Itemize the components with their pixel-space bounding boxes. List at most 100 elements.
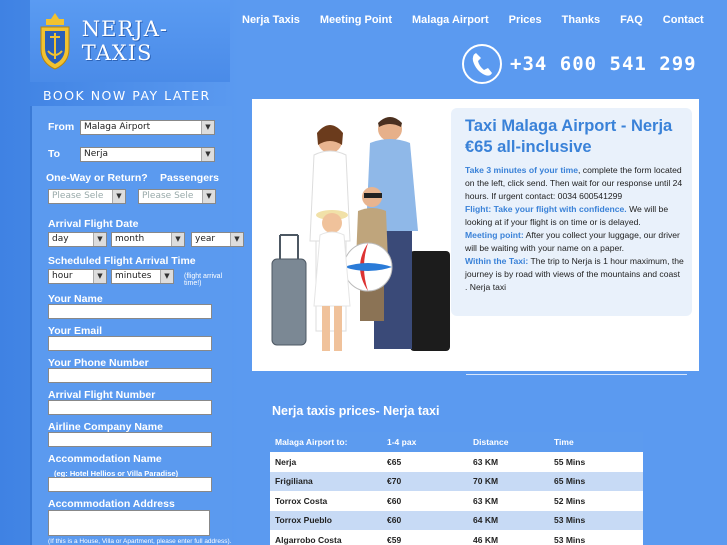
info-highlight-1: Take 3 minutes of your time xyxy=(465,165,579,175)
year-select-value: year xyxy=(195,234,216,244)
cell-distance: 70 KM xyxy=(468,471,549,491)
passengers-select[interactable]: Please Sele ▼ xyxy=(138,189,216,204)
crest-icon xyxy=(34,10,76,72)
minutes-select[interactable]: minutes ▼ xyxy=(111,269,174,284)
accommodation-address-label: Accommodation Address xyxy=(48,498,175,510)
accommodation-name-field[interactable] xyxy=(48,477,212,492)
cell-price: €60 xyxy=(382,491,468,511)
to-select[interactable]: Nerja ▼ xyxy=(80,147,215,162)
table-row: Frigiliana €70 70 KM 65 Mins xyxy=(270,471,643,491)
oneway-select[interactable]: Please Sele ▼ xyxy=(48,189,126,204)
col-header-time: Time xyxy=(549,432,643,452)
nav-meeting-point[interactable]: Meeting Point xyxy=(320,14,392,26)
chevron-down-icon: ▼ xyxy=(201,148,214,161)
info-text: Take 3 minutes of your time, complete th… xyxy=(465,164,684,294)
table-row: Nerja €65 63 KM 55 Mins xyxy=(270,452,643,472)
chevron-down-icon: ▼ xyxy=(230,233,243,246)
cell-destination: Algarrobo Costa xyxy=(270,530,382,545)
hour-select-value: hour xyxy=(52,271,73,281)
col-header-destination: Malaga Airport to: xyxy=(270,432,382,452)
accommodation-address-field[interactable] xyxy=(48,510,210,536)
table-row: Torrox Costa €60 63 KM 52 Mins xyxy=(270,491,643,511)
cell-time: 65 Mins xyxy=(549,471,643,491)
oneway-select-value: Please Sele xyxy=(52,191,104,201)
accommodation-name-label: Accommodation Name xyxy=(48,453,162,465)
table-header-row: Malaga Airport to: 1-4 pax Distance Time xyxy=(270,432,643,452)
arrival-date-label: Arrival Flight Date xyxy=(48,218,139,230)
main-nav: Nerja Taxis Meeting Point Malaga Airport… xyxy=(242,14,724,26)
nav-prices[interactable]: Prices xyxy=(509,14,542,26)
email-field[interactable] xyxy=(48,336,212,351)
chevron-down-icon: ▼ xyxy=(202,190,215,203)
airline-field[interactable] xyxy=(48,432,212,447)
cell-time: 52 Mins xyxy=(549,491,643,511)
info-highlight-3: Meeting point: xyxy=(465,230,524,240)
cell-distance: 64 KM xyxy=(468,510,549,530)
flight-number-field[interactable] xyxy=(48,400,212,415)
from-label: From xyxy=(48,121,75,133)
cell-distance: 46 KM xyxy=(468,530,549,545)
chevron-down-icon: ▼ xyxy=(112,190,125,203)
arrival-time-label: Scheduled Flight Arrival Time xyxy=(48,255,196,267)
prices-table: Malaga Airport to: 1-4 pax Distance Time… xyxy=(270,432,643,545)
year-select[interactable]: year ▼ xyxy=(191,232,244,247)
cell-destination: Torrox Costa xyxy=(270,491,382,511)
booking-form: From Malaga Airport ▼ To Nerja ▼ One-Way… xyxy=(30,106,244,545)
minutes-select-value: minutes xyxy=(115,271,152,281)
month-select[interactable]: month ▼ xyxy=(111,232,185,247)
cell-time: 55 Mins xyxy=(549,452,643,472)
chevron-down-icon: ▼ xyxy=(160,270,173,283)
family-photo xyxy=(270,111,455,365)
nav-faq[interactable]: FAQ xyxy=(620,14,643,26)
col-header-distance: Distance xyxy=(468,432,549,452)
table-row: Torrox Pueblo €60 64 KM 53 Mins xyxy=(270,510,643,530)
phone-number[interactable]: +34 600 541 299 xyxy=(510,53,697,75)
info-highlight-4: Within the Taxi: xyxy=(465,256,529,266)
cell-destination: Frigiliana xyxy=(270,471,382,491)
day-select[interactable]: day ▼ xyxy=(48,232,107,247)
passengers-select-value: Please Sele xyxy=(142,191,194,201)
prices-title: Nerja taxis prices- Nerja taxi xyxy=(272,404,440,418)
info-title: Taxi Malaga Airport - Nerja €65 all-incl… xyxy=(465,117,673,156)
from-select-value: Malaga Airport xyxy=(84,122,151,132)
oneway-label: One-Way or Return? xyxy=(46,172,148,184)
accommodation-address-note: (If this is a House, Villa or Apartment,… xyxy=(48,538,232,545)
chevron-down-icon: ▼ xyxy=(201,121,214,134)
info-highlight-2: Flight: Take your flight with confidence… xyxy=(465,204,627,214)
cell-destination: Nerja xyxy=(270,452,382,472)
cell-destination: Torrox Pueblo xyxy=(270,510,382,530)
to-label: To xyxy=(48,148,61,160)
arrival-time-note: (flight arrival time!) xyxy=(184,273,223,287)
brand-name: NERJA-TAXIS xyxy=(81,17,168,65)
chevron-down-icon: ▼ xyxy=(93,270,106,283)
from-select[interactable]: Malaga Airport ▼ xyxy=(80,120,215,135)
chevron-down-icon: ▼ xyxy=(171,233,184,246)
info-box: Taxi Malaga Airport - Nerja €65 all-incl… xyxy=(451,108,692,316)
nav-nerja-taxis[interactable]: Nerja Taxis xyxy=(242,14,300,26)
cell-price: €70 xyxy=(382,471,468,491)
col-header-pax: 1-4 pax xyxy=(382,432,468,452)
divider xyxy=(466,374,687,375)
nav-malaga-airport[interactable]: Malaga Airport xyxy=(412,14,489,26)
logo[interactable]: NERJA-TAXIS xyxy=(30,0,230,82)
phone-icon xyxy=(462,44,502,84)
day-select-value: day xyxy=(52,234,69,244)
month-select-value: month xyxy=(115,234,145,244)
hour-select[interactable]: hour ▼ xyxy=(48,269,107,284)
cell-time: 53 Mins xyxy=(549,510,643,530)
cell-price: €60 xyxy=(382,510,468,530)
chevron-down-icon: ▼ xyxy=(93,233,106,246)
phone-contact: +34 600 541 299 xyxy=(462,44,697,84)
cell-distance: 63 KM xyxy=(468,452,549,472)
hero-panel: Taxi Malaga Airport - Nerja €65 all-incl… xyxy=(252,99,699,371)
name-field[interactable] xyxy=(48,304,212,319)
nav-contact[interactable]: Contact xyxy=(663,14,704,26)
cell-distance: 63 KM xyxy=(468,491,549,511)
nav-thanks[interactable]: Thanks xyxy=(562,14,601,26)
cell-price: €59 xyxy=(382,530,468,545)
book-now-heading: BOOK NOW PAY LATER xyxy=(43,88,211,103)
cell-price: €65 xyxy=(382,452,468,472)
phone-field[interactable] xyxy=(48,368,212,383)
cell-time: 53 Mins xyxy=(549,530,643,545)
passengers-label: Passengers xyxy=(160,172,219,184)
